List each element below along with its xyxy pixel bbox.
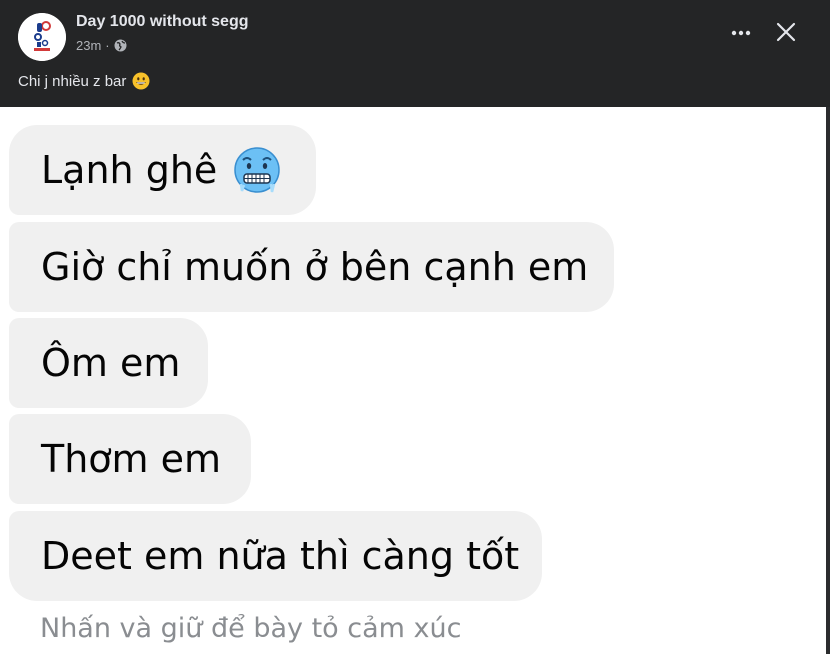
message-text: Thơm em bbox=[41, 437, 222, 481]
globe-icon[interactable] bbox=[114, 39, 127, 52]
message-bubble: Thơm em bbox=[9, 414, 251, 504]
message-bubble: Giờ chỉ muốn ở bên cạnh em bbox=[9, 222, 614, 312]
message-text: Ôm em bbox=[41, 341, 181, 385]
caption-text: Chi j nhiều z bar bbox=[18, 72, 127, 90]
close-icon[interactable] bbox=[770, 16, 802, 48]
post-meta: 23m · bbox=[76, 38, 127, 53]
post-header: Day 1000 without segg 23m · Chi j nhiều … bbox=[0, 0, 830, 107]
grinning-face-icon bbox=[132, 72, 150, 90]
more-icon[interactable] bbox=[726, 20, 756, 46]
message-text: Giờ chỉ muốn ở bên cạnh em bbox=[41, 245, 589, 289]
message-bubble: Deet em nữa thì càng tốt bbox=[9, 511, 542, 601]
meta-separator: · bbox=[105, 38, 110, 53]
page-name[interactable]: Day 1000 without segg bbox=[76, 13, 249, 31]
message-bubble: Ôm em bbox=[9, 318, 208, 408]
post-time[interactable]: 23m bbox=[76, 38, 101, 53]
message-text: Deet em nữa thì càng tốt bbox=[41, 534, 520, 578]
message-text: Lạnh ghê bbox=[41, 148, 218, 192]
image-edge bbox=[826, 107, 830, 654]
cold-face-icon bbox=[233, 146, 281, 194]
message-bubble: Lạnh ghê bbox=[9, 125, 316, 215]
reaction-hint: Nhấn và giữ để bày tỏ cảm xúc bbox=[40, 613, 462, 644]
post-caption: Chi j nhiều z bar bbox=[18, 72, 150, 90]
logo-avatar-icon bbox=[18, 13, 66, 61]
page-avatar[interactable] bbox=[18, 13, 66, 61]
